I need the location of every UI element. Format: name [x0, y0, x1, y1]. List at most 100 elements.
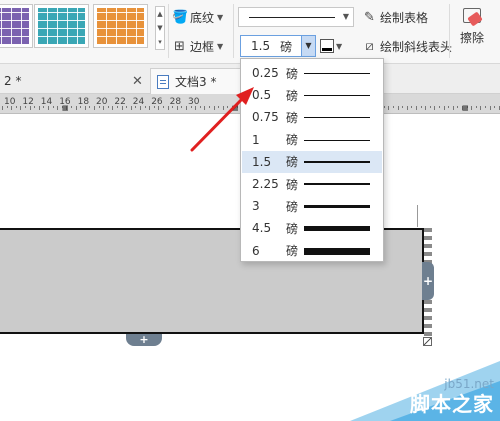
ruler-tick: [145, 106, 146, 108]
close-icon[interactable]: ✕: [132, 74, 143, 89]
ruler-tick: [398, 106, 399, 110]
ruler-tick: [186, 106, 187, 110]
ruler-tick: [149, 106, 150, 110]
option-unit: 磅: [286, 177, 299, 192]
ruler-tick: [434, 106, 435, 110]
line-weight-sample: [304, 95, 370, 97]
column-marker-icon[interactable]: ▦: [232, 104, 239, 112]
option-unit: 磅: [286, 110, 299, 125]
ruler-tick: [227, 106, 228, 108]
line-weight-option[interactable]: 6磅: [242, 240, 382, 262]
option-unit: 磅: [286, 244, 299, 259]
ruler-tick: [140, 106, 141, 110]
line-weight-sample: [304, 226, 370, 232]
line-weight-option[interactable]: 4.5 磅: [242, 217, 382, 239]
ruler-tick: [476, 106, 477, 108]
table-style-orange[interactable]: [93, 4, 148, 48]
table-style-teal[interactable]: [34, 4, 89, 48]
line-weight-option[interactable]: 3磅: [242, 195, 382, 217]
ruler-number: 30: [188, 97, 200, 107]
ruler-tick: [494, 106, 495, 108]
line-weight-sample: [304, 247, 370, 255]
ruler-tick: [53, 106, 54, 108]
ruler-tick: [39, 106, 40, 110]
line-weight-unit: 磅: [280, 39, 293, 54]
ruler-tick: [471, 106, 472, 110]
chevron-down-icon: ▼: [217, 12, 224, 22]
line-weight-option[interactable]: 0.75 磅: [242, 106, 382, 128]
ruler-tick: [204, 106, 205, 110]
shading-button[interactable]: 🪣 底纹 ▼: [172, 8, 223, 26]
line-weight-sample: [304, 73, 370, 74]
ruler-tick: [172, 106, 173, 108]
ribbon-toolbar: ▲ ▼ ▾ 🪣 底纹 ▼ ⊞ 边框 ▼ ▼ 1.5 磅 ▼ ▼ ✎ 绘制表格 ⧄ 绘…: [0, 0, 500, 64]
line-weight-select[interactable]: 1.5 磅 ▼: [240, 35, 316, 57]
diagonal-header-icon: ⧄: [365, 38, 374, 54]
ruler-tick: [16, 106, 17, 108]
ruler-tick: [209, 106, 210, 108]
shading-label: 底纹: [190, 10, 215, 25]
ruler-tick: [30, 106, 31, 110]
line-style-select[interactable]: ▼: [238, 7, 354, 27]
pen-color-button[interactable]: ▼: [320, 37, 348, 55]
ruler-tick: [158, 106, 159, 110]
ruler-tick: [214, 106, 215, 110]
ruler-tick: [11, 106, 12, 110]
add-row-handle[interactable]: +: [422, 262, 434, 300]
ruler-tick: [425, 106, 426, 110]
option-value: 2.25: [252, 177, 279, 191]
line-weight-option[interactable]: 0.5 磅: [242, 84, 382, 106]
chevron-down-icon[interactable]: ▼: [301, 36, 315, 56]
chevron-down-icon: ▼: [336, 41, 343, 51]
document-icon: [157, 74, 169, 89]
ruler-tick: [7, 106, 8, 108]
add-column-handle[interactable]: +: [126, 334, 162, 346]
ruler-number: 10: [4, 97, 16, 107]
ruler-tick: [421, 106, 422, 108]
ruler-tick: [195, 106, 196, 110]
ruler-tick: [439, 106, 440, 108]
ruler-tick: [25, 106, 26, 108]
option-value: 0.5: [252, 88, 272, 103]
line-weight-option[interactable]: 1磅: [242, 129, 382, 151]
option-value: 1: [252, 132, 260, 147]
ruler-tick: [416, 106, 417, 110]
table-style-purple[interactable]: [0, 4, 33, 48]
line-weight-option[interactable]: 0.25 磅: [242, 62, 382, 84]
tab-label: 2 *: [4, 74, 22, 88]
style-gallery-scroll[interactable]: ▲ ▼ ▾: [155, 6, 165, 50]
tab-document-2[interactable]: 2 * ✕: [0, 68, 148, 94]
eraser-button[interactable]: 擦除: [452, 6, 492, 46]
ruler-tick: [85, 106, 86, 110]
line-weight-sample: [304, 139, 370, 141]
ruler-tick: [218, 106, 219, 108]
watermark: jb51.net 脚本之家: [350, 361, 500, 421]
column-marker-icon[interactable]: ▦: [462, 104, 469, 112]
option-unit: 磅: [286, 66, 299, 81]
option-value: 1.5: [252, 154, 272, 169]
table-resize-grip[interactable]: [423, 337, 432, 346]
line-weight-option[interactable]: 2.25 磅: [242, 173, 382, 195]
ribbon-separator: [449, 4, 450, 58]
ruler-tick: [2, 106, 3, 110]
ruler-tick: [122, 106, 123, 110]
ruler-tick: [407, 106, 408, 110]
draw-table-button[interactable]: ✎ 绘制表格: [362, 8, 428, 26]
ribbon-separator: [233, 4, 234, 58]
borders-button[interactable]: ⊞ 边框 ▼: [172, 37, 223, 55]
ruler-tick: [135, 106, 136, 108]
ruler-tick: [112, 106, 113, 110]
ruler-number: 26: [151, 97, 163, 107]
line-weight-option[interactable]: 1.5 磅: [242, 150, 382, 173]
ruler-tick: [48, 106, 49, 110]
column-marker-icon[interactable]: ▦: [62, 104, 69, 112]
option-unit: 磅: [286, 88, 299, 103]
ruler-tick: [168, 106, 169, 110]
ruler-tick: [126, 106, 127, 108]
draw-diagonal-button[interactable]: ⧄ 绘制斜线表头: [362, 37, 452, 55]
borders-label: 边框: [190, 39, 215, 54]
ruler-tick: [99, 106, 100, 108]
option-value: 4.5: [252, 221, 272, 236]
ruler-tick: [163, 106, 164, 108]
draw-diagonal-label: 绘制斜线表头: [380, 39, 453, 54]
